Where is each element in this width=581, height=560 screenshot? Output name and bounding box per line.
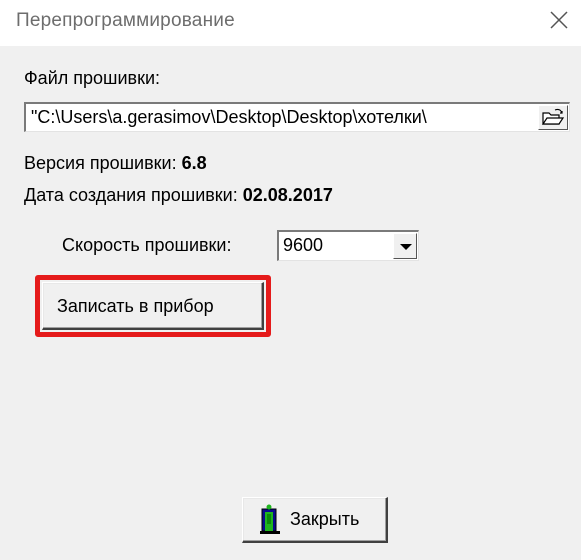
title-bar: Перепрограммирование <box>0 0 581 46</box>
firmware-date-label: Дата создания прошивки: <box>24 185 238 205</box>
door-exit-icon <box>260 504 280 534</box>
close-button[interactable]: Закрыть <box>242 497 388 543</box>
firmware-version-row: Версия прошивки: 6.8 <box>24 153 207 174</box>
speed-label: Скорость прошивки: <box>62 235 232 255</box>
window-title: Перепрограммирование <box>16 10 235 31</box>
firmware-version-label: Версия прошивки: <box>24 153 177 173</box>
firmware-date-row: Дата создания прошивки: 02.08.2017 <box>24 185 333 206</box>
firmware-version-value: 6.8 <box>181 153 207 173</box>
firmware-file-label: Файл прошивки: <box>24 68 161 88</box>
write-to-device-button[interactable]: Записать в прибор <box>42 282 264 330</box>
close-button-label: Закрыть <box>290 509 360 529</box>
speed-select[interactable]: 9600 <box>277 230 419 261</box>
close-icon[interactable] <box>547 8 571 32</box>
speed-selected-value: 9600 <box>283 235 324 255</box>
browse-button[interactable] <box>538 105 568 130</box>
firmware-path-field[interactable]: "C:\Users\a.gerasimov\Desktop\Desktop\хо… <box>24 102 570 132</box>
chevron-down-icon[interactable] <box>393 233 417 259</box>
firmware-date-value: 02.08.2017 <box>242 185 333 205</box>
write-to-device-label: Записать в прибор <box>57 296 214 316</box>
open-folder-icon <box>541 108 565 125</box>
firmware-path-value[interactable]: "C:\Users\a.gerasimov\Desktop\Desktop\хо… <box>31 107 531 128</box>
